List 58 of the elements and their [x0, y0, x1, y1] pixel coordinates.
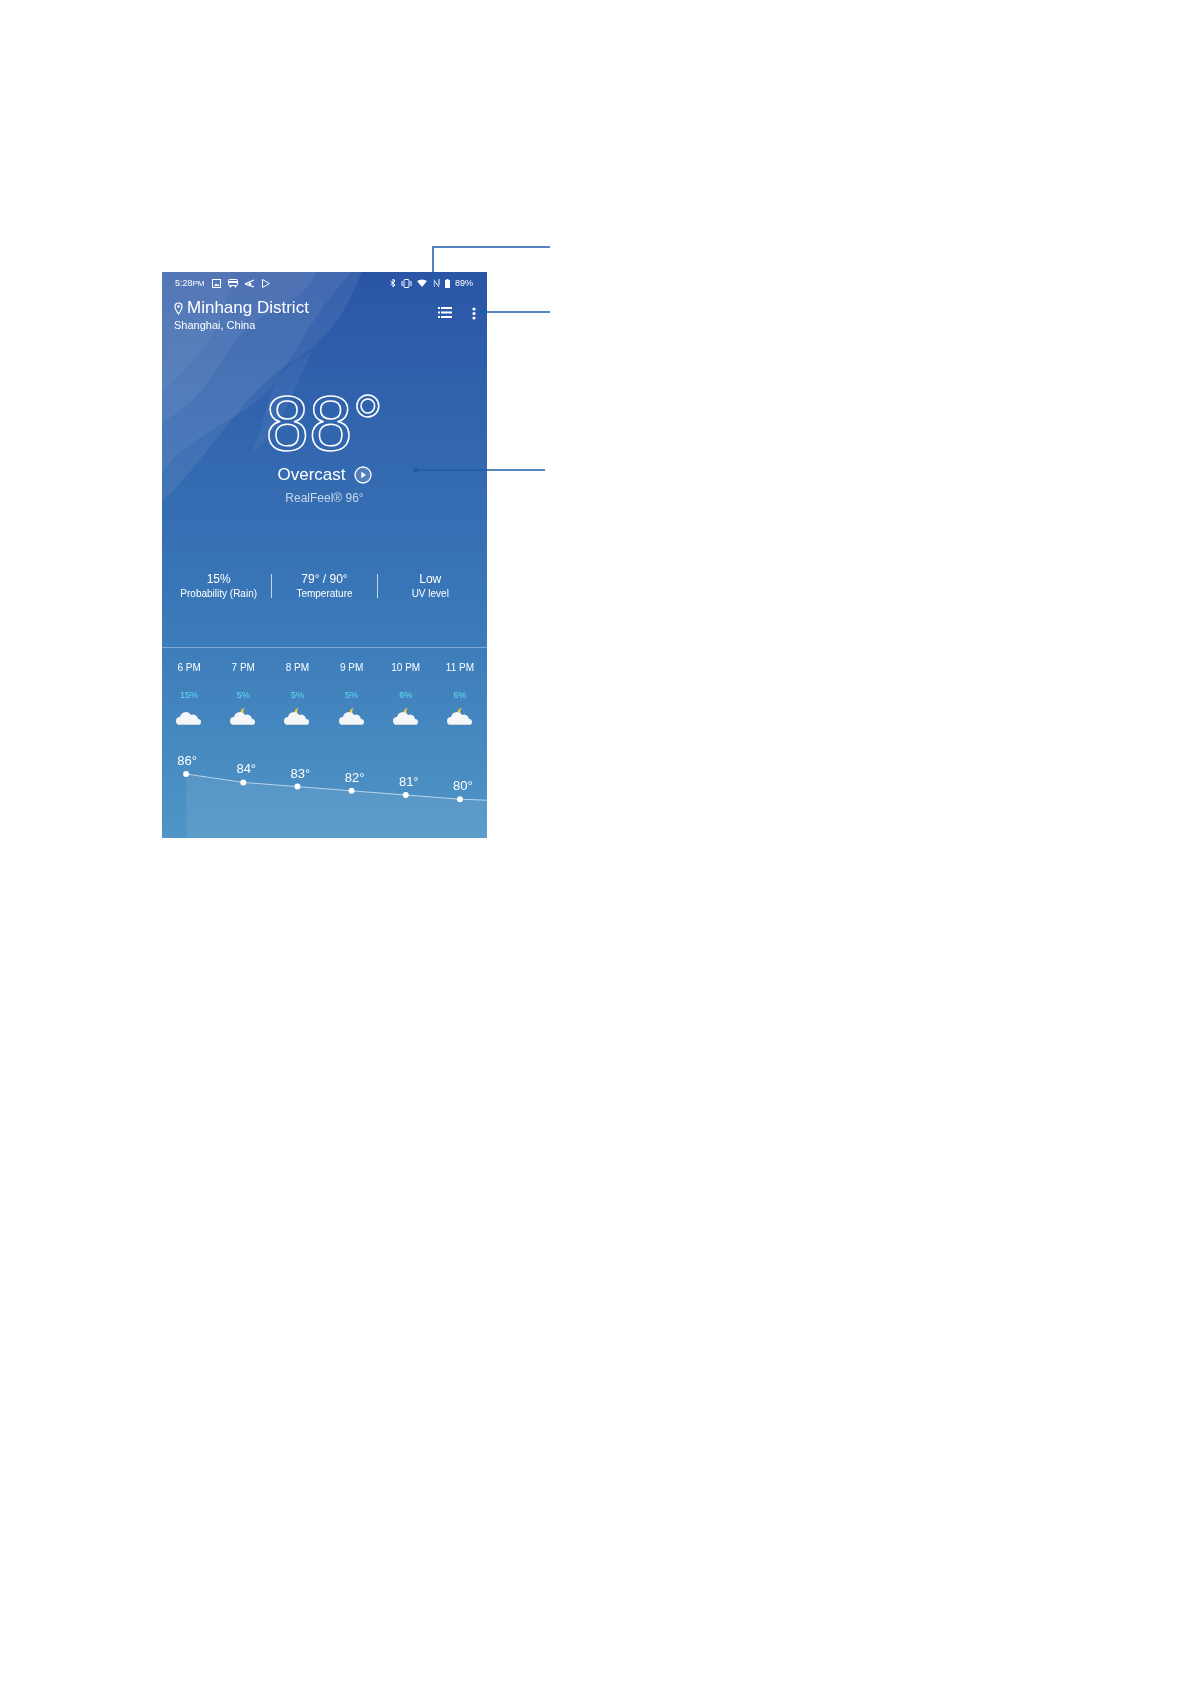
list-icon [438, 307, 452, 318]
realfeel-temperature: RealFeel® 96° [285, 491, 364, 505]
data-point [183, 771, 190, 777]
battery-icon [445, 278, 450, 288]
hour-temperature: 82° [344, 769, 365, 785]
precipitation-chance: 6% [399, 690, 413, 701]
location-pin-icon [174, 301, 183, 315]
more-icon [472, 307, 476, 320]
locations-list-button[interactable] [435, 304, 455, 321]
play-icon [353, 466, 372, 484]
hour-label: 6 PM [177, 662, 201, 674]
precipitation-chance: 5% [345, 690, 359, 701]
data-point [294, 783, 301, 790]
image-icon [211, 278, 221, 288]
stat-value: Low [419, 572, 442, 586]
data-point [348, 787, 355, 794]
play-store-icon [261, 278, 270, 288]
cloud-moon-icon [230, 706, 257, 726]
hour-temperature: 83° [290, 765, 311, 781]
hour-label: 11 PM [445, 662, 474, 674]
hour-label: 8 PM [285, 662, 310, 674]
stat-label: Temperature [296, 588, 353, 599]
stat-value: 79° / 90° [301, 572, 348, 586]
car-icon [227, 278, 238, 288]
vibrate-icon [401, 278, 412, 288]
stat-value: 15% [206, 572, 231, 586]
hour-label: 9 PM [339, 662, 364, 674]
play-button[interactable] [353, 466, 372, 484]
hour-temperature: 81° [398, 774, 419, 789]
precipitation-chance: 5% [236, 690, 250, 701]
hour-temperature: 84° [236, 761, 257, 777]
hour-label: 7 PM [231, 662, 255, 674]
bluetooth-icon [390, 278, 396, 288]
hour-temperature: 86° [177, 753, 197, 768]
data-point [456, 796, 463, 803]
precipitation-chance: 6% [453, 690, 467, 701]
battery-percent: 89% [455, 278, 473, 288]
cloud-moon-icon [284, 706, 311, 726]
location-region: Shanghai, China [174, 319, 257, 331]
clock-time: 5:28PM [175, 278, 205, 288]
cloud-moon-icon [392, 706, 419, 726]
stat-label: UV level [411, 588, 449, 599]
hour-temperature: 80° [453, 778, 473, 794]
weather-condition: Overcast [277, 465, 346, 485]
cloud-moon-icon [338, 706, 365, 726]
current-temperature: 88° [265, 386, 384, 460]
wifi-icon [417, 278, 427, 288]
share-icon [244, 278, 255, 288]
hour-label: 10 PM [391, 662, 421, 674]
precipitation-chance: 15% [180, 690, 199, 701]
no-sim-icon [432, 278, 440, 288]
data-point [402, 792, 409, 798]
cloud-moon-icon [446, 706, 473, 726]
stat-label: Probability (Rain) [180, 588, 258, 599]
leader-line [481, 309, 551, 315]
precipitation-chance: 5% [290, 690, 304, 701]
location-name: Minhang District [187, 298, 309, 318]
data-point [240, 779, 247, 786]
